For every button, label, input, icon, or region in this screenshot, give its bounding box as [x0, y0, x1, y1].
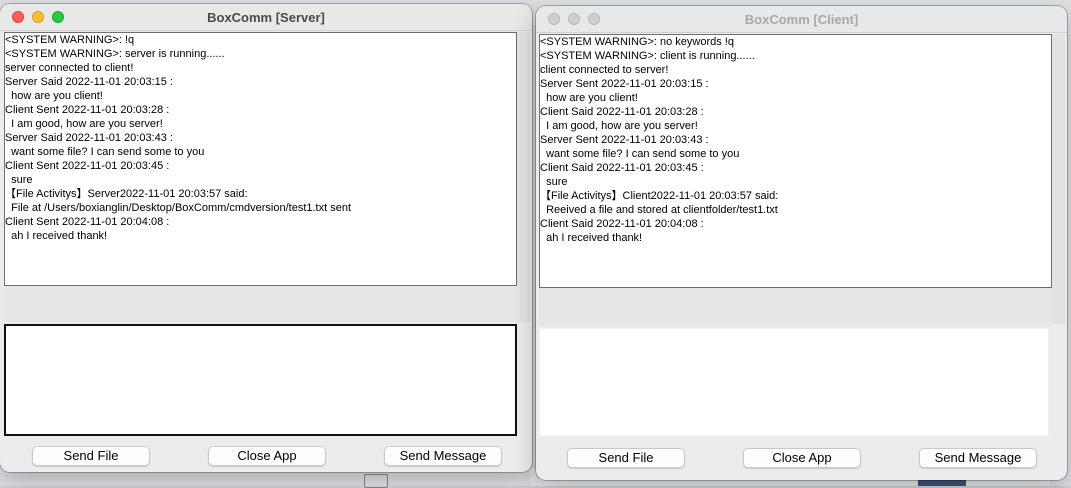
log-line: Server Sent 2022-11-01 20:03:43 : [540, 134, 709, 146]
server-message-input[interactable] [4, 324, 517, 436]
server-titlebar[interactable]: BoxComm [Server] [0, 4, 532, 31]
log-line: Server Said 2022-11-01 20:03:15 : [5, 76, 173, 88]
log-line: I am good, how are you server! [540, 120, 698, 132]
client-titlebar[interactable]: BoxComm [Client] [536, 6, 1067, 33]
log-line: sure [540, 176, 568, 188]
server-message-log[interactable]: <SYSTEM WARNING>: !q <SYSTEM WARNING>: se… [4, 32, 517, 286]
window-title: BoxComm [Client] [744, 12, 859, 27]
log-line: ah I received thank! [540, 232, 643, 244]
log-line: ah I received thank! [5, 230, 108, 242]
send-message-button[interactable]: Send Message [919, 448, 1037, 468]
log-line: Reeived a file and stored at clientfolde… [540, 204, 778, 216]
log-line: I am good, how are you server! [5, 118, 163, 130]
client-window: BoxComm [Client] <SYSTEM WARNING>: no ke… [536, 6, 1067, 480]
log-line: how are you client! [540, 92, 638, 104]
server-divider [4, 286, 517, 322]
client-scroll-area [1052, 34, 1065, 324]
log-line: Client Said 2022-11-01 20:03:45 : [540, 162, 704, 174]
close-app-button[interactable]: Close App [208, 446, 326, 466]
log-line: File at /Users/boxianglin/Desktop/BoxCom… [5, 202, 352, 214]
log-line: <SYSTEM WARNING>: no keywords !q [540, 36, 734, 48]
client-divider [539, 288, 1052, 326]
log-line: client connected to server! [540, 64, 669, 76]
log-line: Client Sent 2022-11-01 20:04:08 : [5, 216, 170, 228]
send-file-button[interactable]: Send File [32, 446, 150, 466]
log-line: Client Said 2022-11-01 20:04:08 : [540, 218, 704, 230]
send-file-button[interactable]: Send File [567, 448, 685, 468]
log-line: Server Said 2022-11-01 20:03:43 : [5, 132, 173, 144]
server-window: BoxComm [Server] <SYSTEM WARNING>: !q <SY… [0, 4, 532, 472]
server-scroll-area [517, 32, 530, 322]
log-line: how are you client! [5, 90, 103, 102]
close-app-button[interactable]: Close App [743, 448, 861, 468]
log-line: 【File Activitys】Server2022-11-01 20:03:5… [5, 188, 248, 200]
log-line: want some file? I can send some to you [540, 148, 740, 160]
client-message-log[interactable]: <SYSTEM WARNING>: no keywords !q <SYSTEM … [539, 34, 1052, 288]
window-title: BoxComm [Server] [207, 10, 325, 25]
log-line: sure [5, 174, 33, 186]
log-line: Client Sent 2022-11-01 20:03:28 : [5, 104, 170, 116]
client-message-input[interactable] [539, 328, 1049, 436]
log-line: Server Sent 2022-11-01 20:03:15 : [540, 78, 709, 90]
log-line: 【File Activitys】Client2022-11-01 20:03:5… [540, 190, 779, 202]
log-line: server connected to client! [5, 62, 134, 74]
log-line: want some file? I can send some to you [5, 146, 205, 158]
log-line: Client Sent 2022-11-01 20:03:45 : [5, 160, 170, 172]
send-message-button[interactable]: Send Message [384, 446, 502, 466]
log-line: Client Said 2022-11-01 20:03:28 : [540, 106, 704, 118]
log-line: <SYSTEM WARNING>: server is running.....… [5, 48, 225, 60]
log-line: <SYSTEM WARNING>: client is running.....… [540, 50, 755, 62]
log-line: <SYSTEM WARNING>: !q [5, 34, 135, 46]
